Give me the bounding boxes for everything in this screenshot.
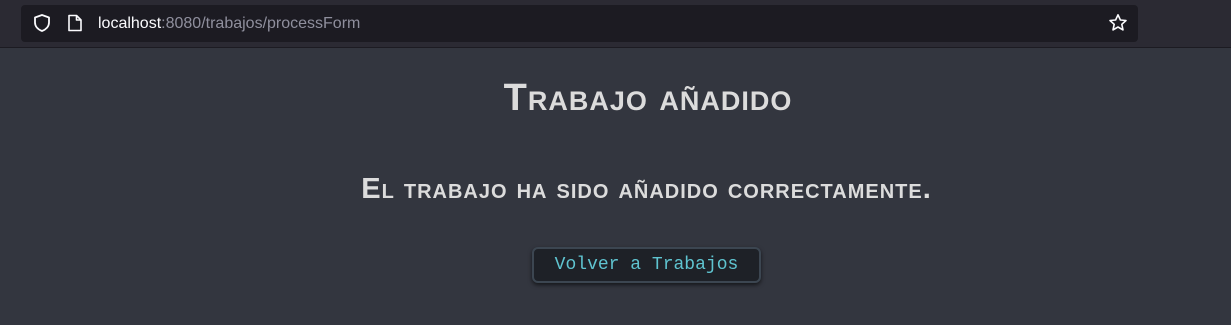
star-icon[interactable]: [1108, 13, 1128, 33]
url-text[interactable]: localhost:8080/trabajos/processForm: [98, 14, 360, 34]
address-bar[interactable]: localhost:8080/trabajos/processForm: [21, 5, 1138, 42]
page-title: Trabajo añadido: [503, 77, 793, 119]
page-icon[interactable]: [67, 14, 83, 32]
url-path: :8080/trabajos/processForm: [161, 15, 361, 32]
success-message: El trabajo ha sido añadido correctamente…: [361, 173, 932, 205]
url-host: localhost: [98, 15, 162, 32]
back-to-trabajos-button[interactable]: Volver a Trabajos: [532, 247, 761, 283]
browser-toolbar: localhost:8080/trabajos/processForm: [0, 0, 1231, 48]
page-content: Trabajo añadido El trabajo ha sido añadi…: [0, 48, 1231, 325]
shield-icon[interactable]: [32, 13, 52, 33]
